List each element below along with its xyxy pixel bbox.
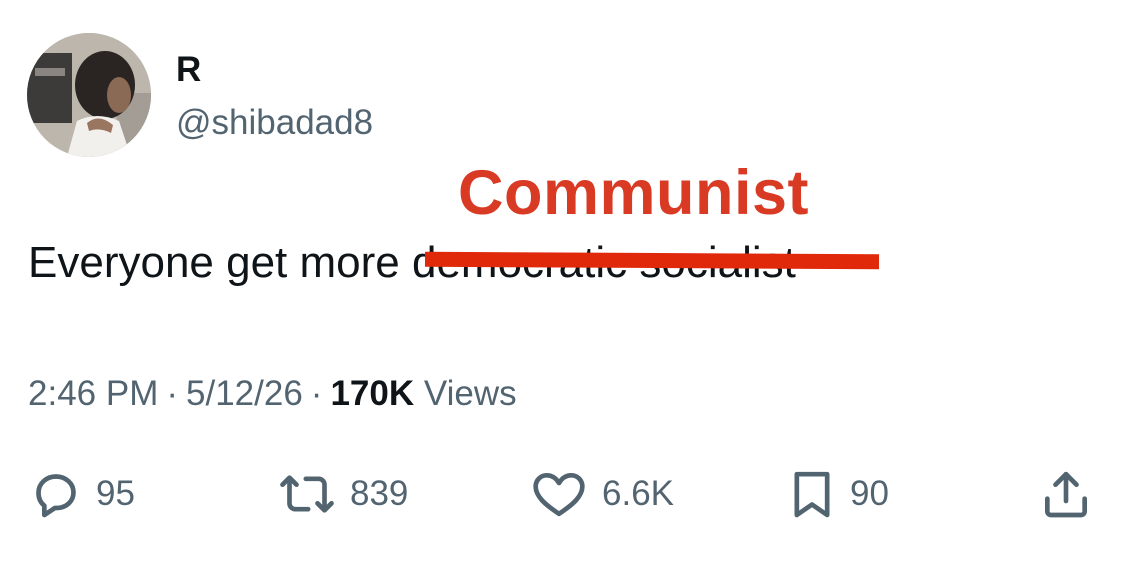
repost-icon <box>276 466 338 522</box>
bookmark-button[interactable]: 90 <box>786 466 889 522</box>
user-handle[interactable]: @shibadad8 <box>176 103 373 143</box>
tweet-time[interactable]: 2:46 PM <box>28 374 158 413</box>
views-count: 170K <box>330 374 415 413</box>
reply-icon <box>28 466 84 522</box>
views-label: Views <box>423 374 517 413</box>
strikethrough-mark <box>424 251 880 270</box>
share-icon <box>1038 466 1094 522</box>
reply-button[interactable]: 95 <box>28 466 135 522</box>
tweet-text-prefix: Everyone get more <box>28 238 412 287</box>
bookmark-count: 90 <box>850 474 889 513</box>
share-button[interactable] <box>1038 466 1094 522</box>
tweet-meta: 2:46 PM · 5/12/26 · 170K Views <box>28 374 517 414</box>
tweet-card: R @shibadad8 Communist Everyone get more… <box>0 0 1123 570</box>
repost-count: 839 <box>350 474 409 513</box>
annotation-text: Communist <box>458 158 809 228</box>
avatar[interactable] <box>27 33 151 157</box>
heart-icon <box>528 466 590 522</box>
reply-count: 95 <box>96 474 135 513</box>
display-name[interactable]: R <box>176 50 201 90</box>
like-count: 6.6K <box>602 474 674 513</box>
repost-button[interactable]: 839 <box>276 466 408 522</box>
action-bar: 95 839 6.6K 90 <box>0 466 1123 522</box>
meta-separator: · <box>310 374 323 413</box>
bookmark-icon <box>786 466 838 522</box>
tweet-date[interactable]: 5/12/26 <box>186 374 303 413</box>
meta-separator: · <box>166 374 179 413</box>
like-button[interactable]: 6.6K <box>528 466 674 522</box>
